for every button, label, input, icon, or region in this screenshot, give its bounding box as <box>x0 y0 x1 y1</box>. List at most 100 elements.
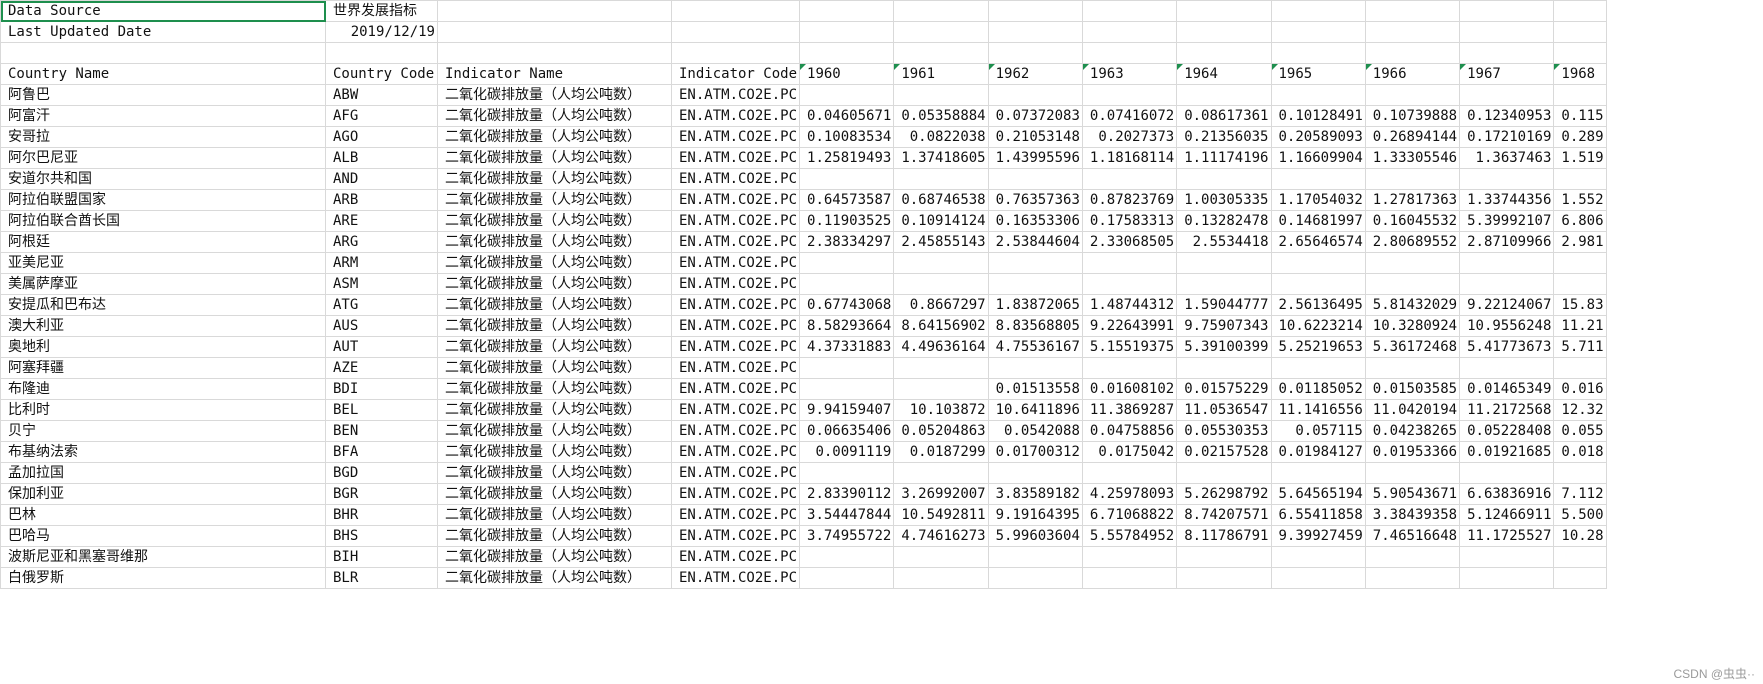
cell-empty[interactable] <box>1270 42 1366 64</box>
cell-value[interactable] <box>799 273 895 295</box>
cell-value[interactable]: 10.103872 <box>893 399 989 421</box>
cell-indicator-name[interactable]: 二氧化碳排放量（人均公吨数） <box>437 567 672 589</box>
cell-value[interactable]: 2.87109966 <box>1459 231 1555 253</box>
header-indicator-name[interactable]: Indicator Name <box>437 63 672 85</box>
cell-value[interactable]: 3.74955722 <box>799 525 895 547</box>
cell-value[interactable] <box>1176 252 1272 274</box>
cell-value[interactable]: 0.07372083 <box>987 105 1083 127</box>
cell-indicator-code[interactable]: EN.ATM.CO2E.PC <box>670 462 801 484</box>
cell-indicator-code[interactable]: EN.ATM.CO2E.PC <box>670 525 801 547</box>
cell-value[interactable] <box>987 462 1083 484</box>
cell-indicator-name[interactable]: 二氧化碳排放量（人均公吨数） <box>437 462 672 484</box>
cell-value[interactable]: 8.58293664 <box>799 315 895 337</box>
cell-value[interactable]: 6.806 <box>1553 210 1607 232</box>
cell-value[interactable] <box>799 84 895 106</box>
cell-value[interactable]: 0.0175042 <box>1081 441 1178 463</box>
cell-empty[interactable] <box>1270 0 1366 22</box>
header-year[interactable]: 1968 <box>1553 63 1607 85</box>
cell-value[interactable]: 11.1416556 <box>1270 399 1366 421</box>
cell-value[interactable]: 3.38439358 <box>1364 504 1461 526</box>
cell-empty[interactable] <box>1553 0 1607 22</box>
cell-value[interactable]: 1.552 <box>1553 189 1607 211</box>
cell-country-name[interactable]: 巴林 <box>0 504 326 526</box>
cell-value[interactable]: 1.00305335 <box>1176 189 1272 211</box>
cell-value[interactable]: 11.3869287 <box>1081 399 1178 421</box>
cell-indicator-code[interactable]: EN.ATM.CO2E.PC <box>670 378 801 400</box>
cell-value[interactable]: 10.6223214 <box>1270 315 1366 337</box>
cell-value[interactable]: 0.16045532 <box>1364 210 1461 232</box>
cell-indicator-name[interactable]: 二氧化碳排放量（人均公吨数） <box>437 210 672 232</box>
cell-value[interactable]: 10.5492811 <box>893 504 989 526</box>
cell-value[interactable] <box>893 84 989 106</box>
cell-value[interactable]: 0.01513558 <box>987 378 1083 400</box>
cell-value[interactable]: 6.71068822 <box>1081 504 1178 526</box>
cell-value[interactable]: 0.26894144 <box>1364 126 1461 148</box>
cell-value[interactable]: 7.112 <box>1553 483 1607 505</box>
cell-value[interactable]: 2.53844604 <box>987 231 1083 253</box>
cell-value[interactable] <box>1459 84 1555 106</box>
cell-value[interactable]: 5.711 <box>1553 336 1607 358</box>
cell-value[interactable]: 1.83872065 <box>987 294 1083 316</box>
cell-value[interactable] <box>893 567 989 589</box>
cell-value[interactable]: 1.33305546 <box>1364 147 1461 169</box>
cell-empty[interactable] <box>893 21 989 43</box>
cell-country-code[interactable]: BHR <box>325 504 438 526</box>
cell-value[interactable] <box>1459 567 1555 589</box>
cell-value[interactable]: 1.59044777 <box>1176 294 1272 316</box>
cell-value[interactable] <box>1553 357 1607 379</box>
cell-indicator-code[interactable]: EN.ATM.CO2E.PC <box>670 546 801 568</box>
header-year[interactable]: 1966 <box>1364 63 1461 85</box>
cell-country-code[interactable]: BDI <box>325 378 438 400</box>
cell-empty[interactable] <box>893 42 989 64</box>
cell-value[interactable] <box>1553 252 1607 274</box>
cell-value[interactable]: 0.64573587 <box>799 189 895 211</box>
cell-indicator-name[interactable]: 二氧化碳排放量（人均公吨数） <box>437 168 672 190</box>
cell-country-code[interactable]: BFA <box>325 441 438 463</box>
cell-empty[interactable] <box>1459 0 1555 22</box>
cell-empty[interactable] <box>987 21 1083 43</box>
cell-value[interactable] <box>1081 84 1178 106</box>
cell-value[interactable]: 0.14681997 <box>1270 210 1366 232</box>
cell-value[interactable]: 0.10083534 <box>799 126 895 148</box>
cell-country-code[interactable]: AUT <box>325 336 438 358</box>
cell-value[interactable] <box>1270 462 1366 484</box>
cell-value[interactable] <box>1081 252 1178 274</box>
cell-country-name[interactable]: 澳大利亚 <box>0 315 326 337</box>
cell-value[interactable] <box>987 567 1083 589</box>
cell-value[interactable]: 9.75907343 <box>1176 315 1272 337</box>
cell-value[interactable]: 0.11903525 <box>799 210 895 232</box>
cell-value[interactable]: 0.01185052 <box>1270 378 1366 400</box>
cell-empty[interactable] <box>437 42 672 64</box>
cell-value[interactable] <box>1364 546 1461 568</box>
cell-value[interactable]: 1.37418605 <box>893 147 989 169</box>
cell-value[interactable]: 8.83568805 <box>987 315 1083 337</box>
cell-empty[interactable] <box>670 21 801 43</box>
cell-value[interactable]: 10.3280924 <box>1364 315 1461 337</box>
cell-value[interactable] <box>1459 168 1555 190</box>
cell-value[interactable]: 6.55411858 <box>1270 504 1366 526</box>
cell-value[interactable]: 5.99603604 <box>987 525 1083 547</box>
cell-value[interactable]: 9.22124067 <box>1459 294 1555 316</box>
cell-last-updated-value[interactable]: 2019/12/19 <box>325 21 438 43</box>
cell-empty[interactable] <box>1553 21 1607 43</box>
cell-value[interactable] <box>1176 273 1272 295</box>
cell-country-name[interactable]: 阿根廷 <box>0 231 326 253</box>
cell-value[interactable] <box>893 378 989 400</box>
header-year[interactable]: 1967 <box>1459 63 1555 85</box>
cell-value[interactable]: 0.018 <box>1553 441 1607 463</box>
header-year[interactable]: 1965 <box>1270 63 1366 85</box>
cell-value[interactable]: 0.21356035 <box>1176 126 1272 148</box>
cell-value[interactable]: 2.33068505 <box>1081 231 1178 253</box>
cell-empty[interactable] <box>1364 0 1461 22</box>
cell-value[interactable] <box>1270 567 1366 589</box>
cell-data-source-value[interactable]: 世界发展指标 <box>325 0 438 22</box>
cell-indicator-code[interactable]: EN.ATM.CO2E.PC <box>670 357 801 379</box>
cell-value[interactable]: 5.25219653 <box>1270 336 1366 358</box>
cell-country-name[interactable]: 孟加拉国 <box>0 462 326 484</box>
cell-value[interactable]: 0.057115 <box>1270 420 1366 442</box>
cell-value[interactable] <box>1364 567 1461 589</box>
cell-value[interactable]: 0.10914124 <box>893 210 989 232</box>
cell-value[interactable] <box>893 462 989 484</box>
cell-value[interactable]: 11.2172568 <box>1459 399 1555 421</box>
cell-value[interactable] <box>1459 462 1555 484</box>
